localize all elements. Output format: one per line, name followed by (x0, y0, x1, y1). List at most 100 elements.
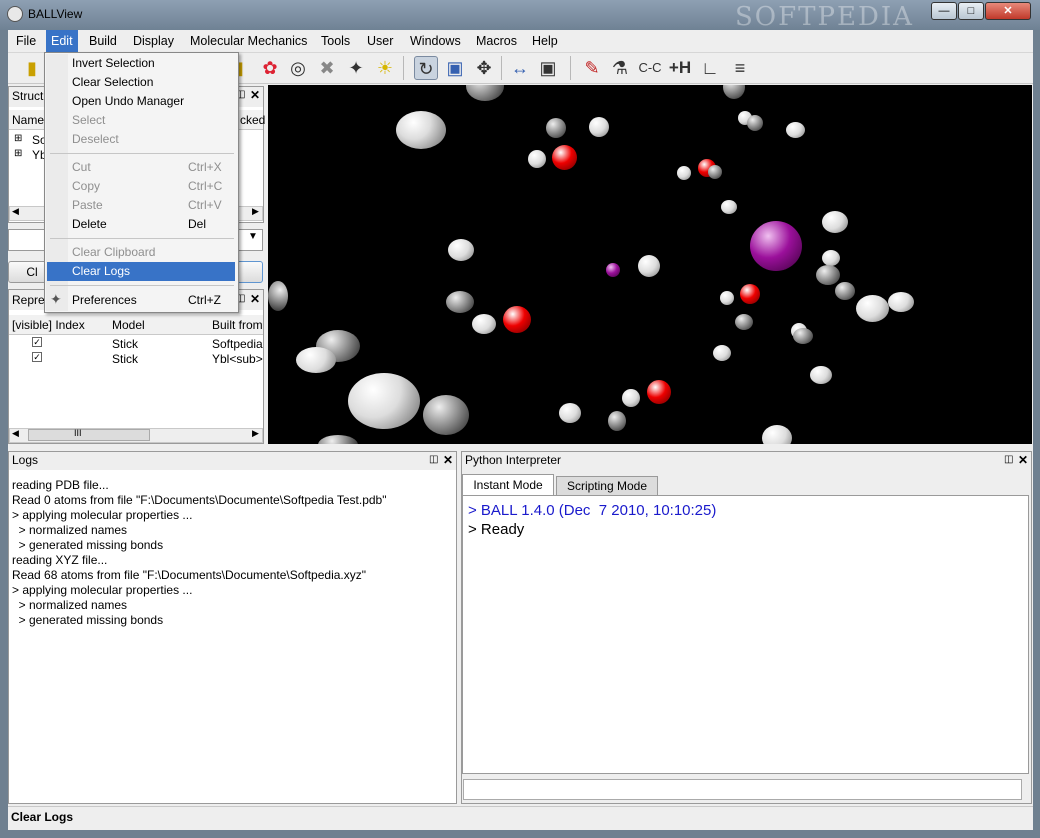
atom (528, 150, 546, 168)
close-icon[interactable]: ✕ (250, 292, 260, 306)
float-icon[interactable]: ◫ (429, 454, 438, 465)
menu-item-clear-logs[interactable]: Clear Logs (72, 264, 130, 278)
atom (396, 111, 446, 149)
scroll-thumb-grip: III (74, 428, 82, 438)
atom (762, 425, 792, 444)
tab-instant-mode[interactable]: Instant Mode (462, 474, 554, 495)
log-line: Read 0 atoms from file "F:\Documents\Doc… (12, 493, 387, 507)
atom (348, 373, 420, 429)
shortcut-preferences: Ctrl+Z (188, 293, 221, 307)
atom (786, 122, 805, 138)
shortcut-copy: Ctrl+C (188, 179, 223, 193)
menu-macros[interactable]: Macros (471, 30, 522, 52)
visible-checkbox[interactable]: ✓ (32, 337, 42, 347)
col-built-from[interactable]: Built from (212, 318, 263, 332)
atom (793, 328, 813, 344)
translate-mode-icon[interactable]: ✥ (472, 56, 496, 80)
log-line: > generated missing bonds (12, 538, 164, 552)
menu-item-open-undo-manager[interactable]: Open Undo Manager (72, 94, 184, 108)
row-built-from[interactable]: Ybl<sub> (212, 352, 263, 366)
menu-item-paste[interactable]: Paste (72, 198, 103, 212)
logs-panel-title: Logs (12, 453, 39, 467)
col-checked[interactable]: cked (240, 113, 265, 127)
menu-item-copy[interactable]: Copy (72, 179, 100, 193)
structures-panel-title: Struct (12, 89, 44, 103)
menu-windows[interactable]: Windows (405, 30, 466, 52)
lightbulb-icon[interactable]: ☀ (373, 56, 397, 80)
menu-display[interactable]: Display (128, 30, 179, 52)
color-palette-icon[interactable]: ✿ (258, 56, 282, 80)
scroll-left-icon[interactable]: ◀ (12, 428, 19, 439)
log-line: reading PDB file... (12, 478, 109, 492)
float-icon[interactable]: ◫ (1004, 454, 1013, 465)
close-icon[interactable]: ✕ (1018, 453, 1028, 467)
molecule-viewer[interactable] (268, 85, 1032, 444)
expand-icon[interactable]: ⊞ (14, 148, 22, 159)
menu-item-select[interactable]: Select (72, 113, 105, 127)
rotate-mode-icon[interactable]: ↻ (414, 56, 438, 80)
menu-item-preferences[interactable]: Preferences (72, 293, 137, 307)
add-hydrogens-icon[interactable]: +H (666, 56, 694, 80)
interpreter-output[interactable] (462, 495, 1029, 774)
menu-tools[interactable]: Tools (316, 30, 355, 52)
interpreter-input[interactable] (463, 779, 1022, 800)
minimize-button[interactable]: — (931, 2, 957, 20)
atom (816, 265, 840, 285)
atom (750, 221, 802, 271)
plot-icon[interactable]: ∟ (698, 56, 722, 80)
menu-item-clear-selection[interactable]: Clear Selection (72, 75, 153, 89)
scroll-right-icon[interactable]: ▶ (252, 428, 259, 439)
scroll-left-icon[interactable]: ◀ (12, 206, 19, 217)
distance-icon[interactable]: ↔ (508, 56, 532, 80)
logs-panel-header (9, 452, 456, 470)
maximize-button[interactable]: □ (958, 2, 984, 20)
scrollbar-thumb[interactable] (28, 429, 150, 441)
close-icon[interactable]: ✕ (250, 88, 260, 102)
atom (810, 366, 832, 384)
atom (318, 435, 358, 444)
flask-icon[interactable]: ⚗ (608, 56, 632, 80)
menu-user[interactable]: User (362, 30, 398, 52)
bond-order-icon[interactable]: C-C (636, 56, 664, 80)
close-icon[interactable]: ✕ (443, 453, 453, 467)
target-icon[interactable]: ◎ (286, 56, 310, 80)
log-line: > applying molecular properties ... (12, 508, 193, 522)
col-model[interactable]: Model (112, 318, 145, 332)
menu-build[interactable]: Build (84, 30, 122, 52)
log-line: > normalized names (12, 523, 128, 537)
menu-help[interactable]: Help (527, 30, 563, 52)
menu-item-delete[interactable]: Delete (72, 217, 107, 231)
tools-icon[interactable]: ✦ (344, 56, 368, 80)
visible-checkbox[interactable]: ✓ (32, 352, 42, 362)
col-visible-index[interactable]: [visible] Index (12, 318, 85, 332)
row-model[interactable]: Stick (112, 337, 138, 351)
expand-icon[interactable]: ⊞ (14, 133, 22, 144)
menu-item-cut[interactable]: Cut (72, 160, 91, 174)
atom (720, 291, 734, 305)
chevron-down-icon[interactable]: ▼ (248, 231, 258, 242)
col-name[interactable]: Name (12, 113, 44, 127)
stop-icon[interactable]: ✖ (315, 56, 339, 80)
menu-edit[interactable]: Edit (46, 30, 78, 52)
tab-scripting-mode[interactable]: Scripting Mode (556, 476, 658, 495)
watermark: SOFTPEDIA (735, 2, 914, 32)
element-picker-icon[interactable]: ✎ (580, 56, 604, 80)
menu-file[interactable]: File (11, 30, 41, 52)
screenshot-icon[interactable]: ▣ (536, 56, 560, 80)
log-line: > generated missing bonds (12, 613, 164, 627)
atom (552, 145, 577, 170)
menu-item-deselect[interactable]: Deselect (72, 132, 119, 146)
menu-item-clear-clipboard[interactable]: Clear Clipboard (72, 245, 155, 259)
atom (647, 380, 671, 404)
scroll-right-icon[interactable]: ▶ (252, 206, 259, 217)
open-file-icon[interactable]: ▮ (20, 56, 44, 80)
row-built-from[interactable]: Softpedia (212, 337, 263, 351)
zoom-mode-icon[interactable]: ▣ (443, 56, 467, 80)
python-panel-title: Python Interpreter (465, 453, 562, 467)
menu-molecular-mechanics[interactable]: Molecular Mechanics (185, 30, 312, 52)
assign-bonds-icon[interactable]: ≡ (728, 56, 752, 80)
menu-item-invert-selection[interactable]: Invert Selection (72, 56, 155, 70)
close-button[interactable]: ✕ (985, 2, 1031, 20)
row-model[interactable]: Stick (112, 352, 138, 366)
atom (622, 389, 640, 407)
